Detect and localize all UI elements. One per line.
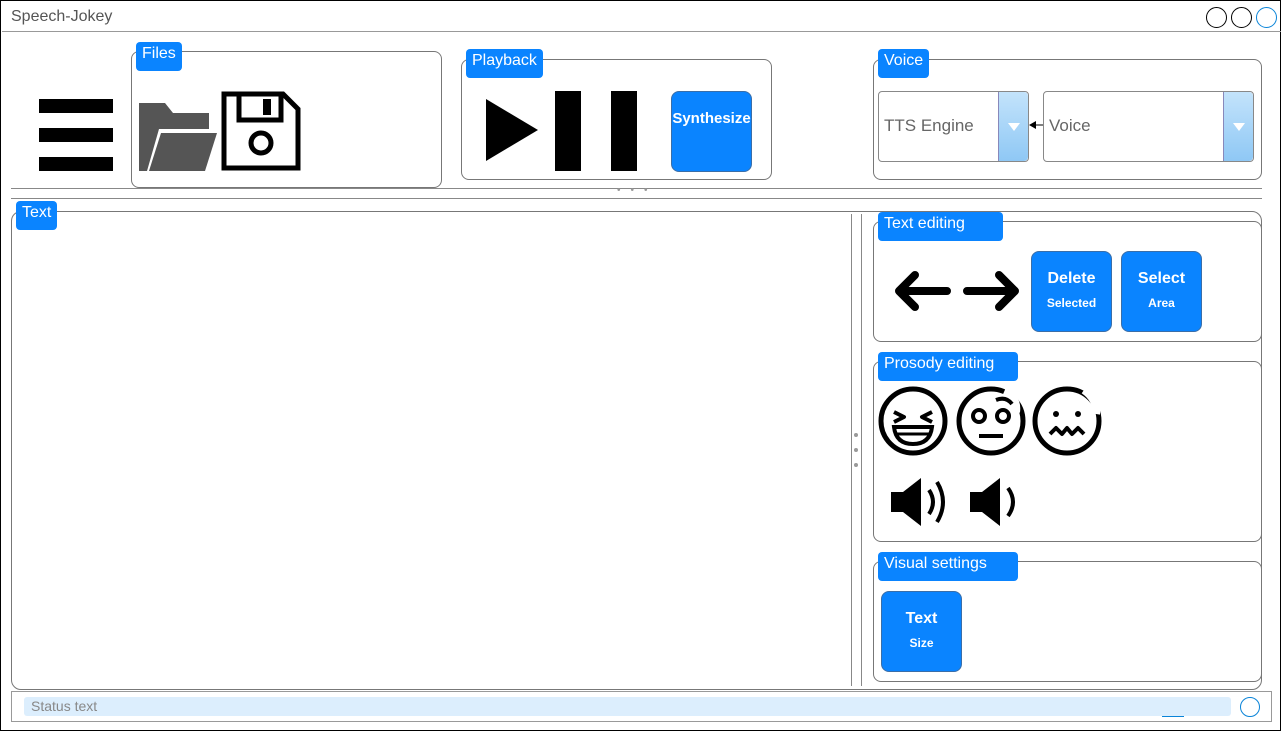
delete-selected-button[interactable]: Delete Selected	[1031, 251, 1112, 332]
chevron-down-icon[interactable]	[998, 92, 1028, 161]
arrow-right-icon[interactable]	[963, 271, 1021, 311]
vertical-splitter-handle[interactable]	[853, 431, 859, 467]
close-button[interactable]	[1256, 7, 1277, 28]
text-size-button[interactable]: Text Size	[881, 591, 962, 672]
save-icon[interactable]	[221, 91, 301, 171]
text-panel-label: Text	[16, 201, 58, 230]
open-folder-icon[interactable]	[137, 91, 217, 171]
status-text: Status text	[24, 697, 1231, 716]
splitter-bottom-line	[11, 198, 1262, 199]
playback-group-label: Playback	[466, 49, 543, 78]
voice-label: Voice	[1049, 116, 1091, 135]
volume-up-icon[interactable]	[891, 478, 953, 526]
play-icon[interactable]	[486, 99, 538, 161]
app-title: Speech-Jokey	[11, 8, 113, 25]
select-area-button[interactable]: Select Area	[1121, 251, 1202, 332]
synthesize-button[interactable]: Synthesize	[671, 91, 752, 172]
status-bar: Status text	[11, 691, 1272, 722]
voice-group-label: Voice	[878, 49, 930, 78]
text-editor[interactable]	[15, 233, 847, 685]
vsplitter-right-line	[861, 214, 862, 686]
vsplitter-left-line	[851, 214, 852, 686]
prosody-editing-label: Prosody editing	[878, 352, 1018, 381]
status-indicator	[1240, 697, 1260, 717]
title-bar: Speech-Jokey	[2, 2, 1281, 32]
voice-select[interactable]: Voice	[1043, 91, 1254, 162]
visual-settings-label: Visual settings	[878, 552, 1018, 581]
happy-face-icon[interactable]	[878, 386, 948, 456]
pause-icon[interactable]	[555, 91, 637, 171]
volume-down-icon[interactable]	[970, 478, 1020, 526]
app-window: Speech-Jokey Files Playback Synthesize V…	[0, 0, 1281, 731]
status-underline	[1162, 716, 1184, 717]
minimize-button[interactable]	[1206, 7, 1227, 28]
worried-face-icon[interactable]	[1032, 386, 1102, 456]
neutral-face-icon[interactable]	[956, 386, 1026, 456]
chevron-down-icon[interactable]	[1223, 92, 1253, 161]
maximize-button[interactable]	[1231, 7, 1252, 28]
text-editing-label: Text editing	[878, 212, 1003, 241]
files-group-label: Files	[136, 42, 182, 71]
arrow-left-icon[interactable]	[893, 271, 951, 311]
horizontal-splitter-handle[interactable]: •••	[617, 185, 658, 196]
tts-engine-label: TTS Engine	[884, 116, 974, 135]
menu-icon[interactable]	[39, 99, 113, 173]
tts-engine-select[interactable]: TTS Engine	[878, 91, 1029, 162]
